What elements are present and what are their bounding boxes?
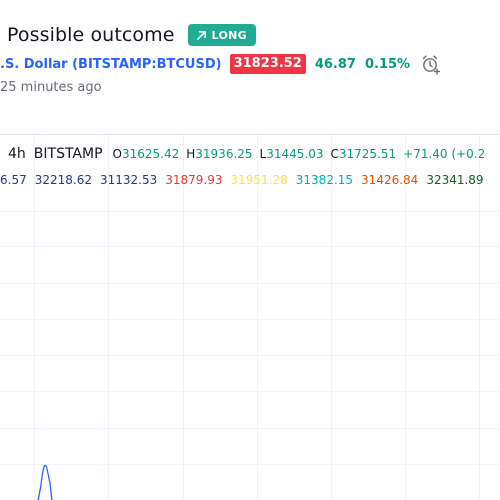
indicator-value: 31426.84 [361,173,419,187]
published-time: 25 minutes ago [0,80,102,95]
indicator-value: 6.57 [0,173,27,187]
long-badge: LONG [187,24,256,46]
ohlc-close-label: C [330,147,339,161]
price-change: 46.87 [314,56,356,72]
ohlc-open-value: 31625.42 [121,147,180,161]
ohlc-low-value: 31445.03 [266,147,324,161]
ohlc-legend: 4h BITSTAMP O 31625.42 H 31936.25 L 31445.0… [8,144,485,164]
idea-title: Possible outcome [7,24,175,46]
long-badge-label: LONG [211,28,247,42]
add-alert-icon[interactable] [420,53,442,75]
indicator-value: 32218.62 [34,173,92,187]
ohlc-low-label: L [259,147,267,161]
ohlc-close: C 31725.51 [331,147,397,161]
chart-interval[interactable]: 4h [8,146,26,162]
ohlc-change: +71.40 (+0.2 [403,147,486,161]
idea-page: Possible outcome LONG .S. Dollar (BITSTA… [0,0,500,500]
ohlc-high-value: 31936.25 [195,147,253,161]
ohlc-high-label: H [186,147,196,161]
indicator-value: 31132.53 [99,173,158,187]
ohlc-high: H 31936.25 [186,147,252,161]
ohlc-low: L 31445.03 [260,147,324,161]
chart-exchange: BITSTAMP [33,146,103,162]
indicator-legend: 6.57 32218.62 31132.53 31879.93 31951.28… [0,170,484,190]
arrow-up-right-icon [196,30,206,40]
price-line [37,464,53,500]
indicator-value: 31879.93 [165,173,223,187]
symbol-link[interactable]: .S. Dollar (BITSTAMP:BTCUSD) [0,57,222,72]
price-change-percent: 0.15% [364,56,411,72]
indicator-value: 31951.28 [230,173,288,187]
current-price: 31823.52 [229,54,306,74]
symbol-row: .S. Dollar (BITSTAMP:BTCUSD) 31823.52 46… [0,53,442,75]
indicator-value: 31382.15 [295,173,354,187]
indicator-value: 32341.89 [426,173,484,187]
ohlc-close-value: 31725.51 [338,147,397,161]
ohlc-open-label: O [112,147,122,161]
idea-header: Possible outcome LONG [7,22,256,48]
ohlc-open: O 31625.42 [113,147,180,161]
